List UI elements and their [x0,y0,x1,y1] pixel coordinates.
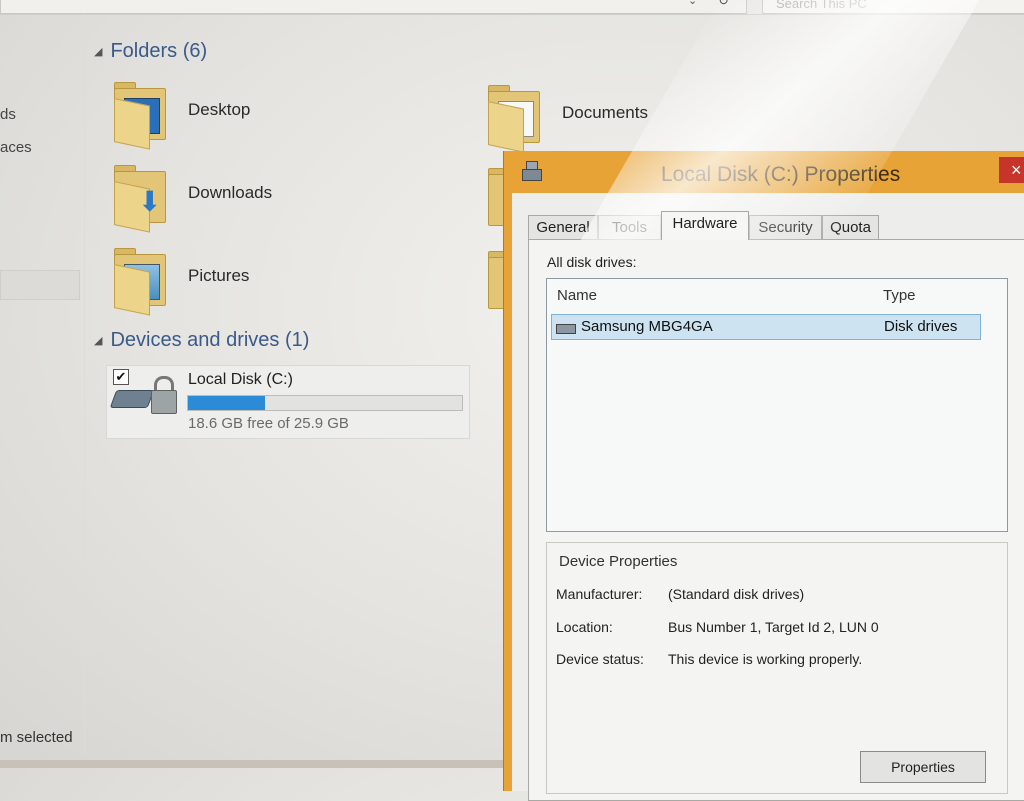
folder-partial[interactable] [470,249,504,321]
address-bar[interactable] [0,0,747,14]
folder-downloads[interactable]: ⬇ Downloads [96,163,366,235]
folder-icon [488,166,504,226]
folder-name: Documents [562,103,648,122]
search-placeholder: Search This PC [776,0,867,11]
tab-tools[interactable]: Tools [598,215,661,239]
disk-name: Samsung MBG4GA [581,318,713,335]
device-status-label: Device status: [556,651,644,667]
folder-download-icon: ⬇ [114,163,166,233]
drive-usage-bar [187,395,463,411]
nav-item-partial[interactable]: aces [0,139,32,156]
nav-item-partial[interactable]: ds [0,106,16,123]
device-properties-title: Device Properties [559,553,678,570]
folder-name: Pictures [188,266,250,285]
manufacturer-value: (Standard disk drives) [668,586,805,602]
tab-quota[interactable]: Quota [822,215,879,239]
device-properties-group: Device Properties Manufacturer: (Standar… [546,542,1008,794]
taskbar-edge [0,760,503,768]
close-button[interactable]: × [999,157,1024,183]
column-header-name[interactable]: Name [557,287,597,304]
folder-pictures-icon [114,246,166,316]
folder-desktop[interactable]: Desktop [96,80,366,152]
column-header-type[interactable]: Type [883,287,916,304]
manufacturer-label: Manufacturer: [556,586,643,602]
folder-name: Desktop [188,100,251,119]
folders-group-label: Folders (6) [110,40,208,62]
hardware-tab-panel: All disk drives: Name Type Samsung MBG4G… [528,239,1024,801]
folder-pictures[interactable]: Pictures [96,246,366,318]
disk-type: Disk drives [884,318,958,335]
tab-general[interactable]: General [528,215,598,239]
device-status-value: This device is working properly. [668,651,863,667]
drive-usage-fill [188,396,265,410]
folder-icon [114,80,166,150]
location-value: Bus Number 1, Target Id 2, LUN 0 [668,619,879,635]
devices-group-label: Devices and drives (1) [110,329,310,351]
navigation-pane: ds aces [0,14,85,754]
folder-icon [488,249,504,309]
folder-documents[interactable]: Documents [470,83,740,155]
tab-hardware[interactable]: Hardware [661,211,749,240]
properties-dialog: Local Disk (C:) Properties × General Too… [503,151,1024,801]
folder-name: Downloads [188,183,273,202]
chevron-down-icon[interactable]: ⌄ [688,0,702,10]
nav-item-selected[interactable] [0,270,80,300]
folder-partial[interactable] [470,166,504,238]
drive-name: Local Disk (C:) [188,371,293,388]
folder-documents-icon [488,83,540,153]
tab-security[interactable]: Security [749,215,822,239]
devices-group-header[interactable]: ◢ Devices and drives (1) [94,329,309,352]
collapse-triangle-icon[interactable]: ◢ [94,46,102,58]
list-item[interactable]: Samsung MBG4GA Disk drives [551,314,981,340]
all-disk-drives-label: All disk drives: [547,254,637,270]
status-bar-text: m selected [0,729,73,746]
drive-properties-icon [522,159,542,181]
location-label: Location: [556,619,613,635]
collapse-triangle-icon[interactable]: ◢ [94,335,102,347]
disk-drive-icon [556,324,576,334]
checkbox-icon[interactable]: ✔ [113,369,129,385]
folders-group-header[interactable]: ◢ Folders (6) [94,40,207,63]
hard-drive-icon [109,390,155,408]
dialog-title: Local Disk (C:) Properties [661,163,901,186]
disk-drives-list[interactable]: Name Type Samsung MBG4GA Disk drives [546,278,1008,532]
drive-free-space: 18.6 GB free of 25.9 GB [188,415,349,432]
drive-local-disk-c[interactable]: ✔ Local Disk (C:) 18.6 GB free of 25.9 G… [106,365,470,439]
properties-button[interactable]: Properties [860,751,986,783]
refresh-icon[interactable]: ↻ [718,0,734,9]
dialog-body: General Tools Hardware Security Quota Al… [512,193,1024,801]
unlocked-padlock-icon [151,376,177,416]
